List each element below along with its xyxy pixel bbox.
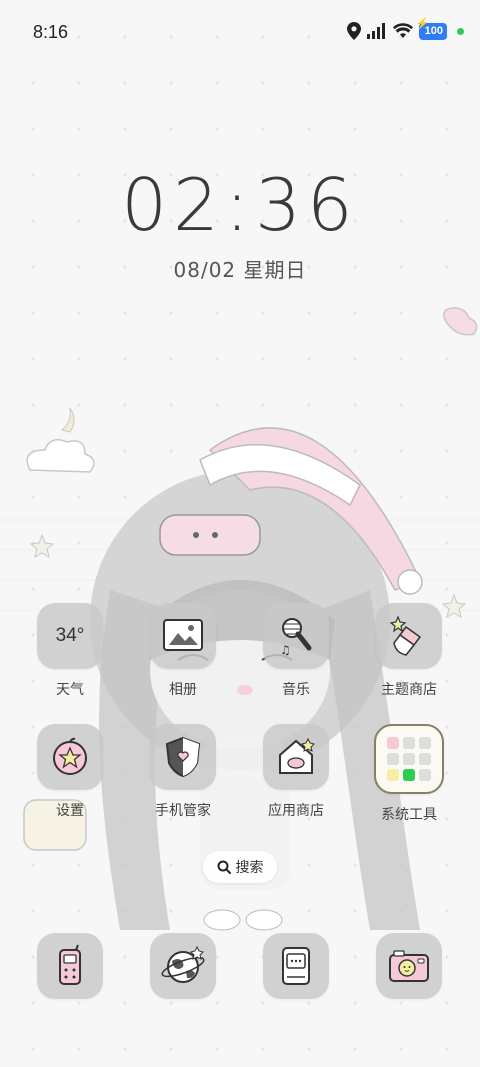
phone-manager-icon[interactable] [150, 724, 216, 790]
app-label: 天气 [56, 682, 84, 698]
dock-phone[interactable] [20, 933, 120, 999]
search-icon [217, 860, 231, 874]
settings-icon[interactable] [37, 724, 103, 790]
signal-icon [366, 23, 385, 39]
app-label: 手机管家 [155, 803, 211, 819]
location-icon [346, 22, 361, 40]
app-phone-manager[interactable]: 手机管家 [133, 724, 233, 820]
app-store-icon[interactable] [263, 724, 329, 790]
app-settings[interactable]: 设置 [20, 724, 120, 820]
green-dot-indicator [457, 27, 464, 35]
system-tools-folder[interactable] [374, 724, 444, 794]
status-icons: ⚡ 100 [346, 18, 464, 40]
phone-icon[interactable] [37, 933, 103, 999]
messages-icon[interactable] [263, 933, 329, 999]
status-bar: 8:16 ⚡ 100 [0, 0, 480, 64]
weather-temperature: 34° [55, 625, 85, 646]
app-music[interactable]: ♫ 音乐 [246, 603, 346, 699]
browser-icon[interactable] [150, 933, 216, 999]
app-system-tools[interactable]: 系统工具 [359, 724, 459, 824]
battery-icon: ⚡ 100 [416, 18, 447, 40]
status-time: 8:16 [33, 22, 69, 42]
app-weather[interactable]: 34° 天气 [20, 603, 120, 699]
weather-icon[interactable]: 34° [37, 603, 103, 669]
gallery-icon[interactable] [150, 603, 216, 669]
search-label: 搜索 [235, 860, 264, 876]
music-icon[interactable]: ♫ [263, 603, 329, 669]
camera-icon[interactable] [376, 933, 442, 999]
app-theme-store[interactable]: 主题商店 [359, 603, 459, 699]
dock-browser[interactable] [133, 933, 233, 999]
app-app-store[interactable]: 应用商店 [246, 724, 346, 820]
wifi-icon [392, 23, 413, 38]
app-label: 应用商店 [268, 803, 324, 819]
app-label: 设置 [56, 803, 84, 819]
dock-camera[interactable] [359, 933, 459, 999]
clock-date: 08/02 星期日 [173, 258, 307, 282]
clock-time: 02:36 [121, 163, 359, 247]
svg-text:♫: ♫ [280, 643, 291, 657]
app-label: 相册 [169, 682, 197, 698]
app-gallery[interactable]: 相册 [133, 603, 233, 699]
app-label: 音乐 [282, 682, 310, 698]
app-label: 主题商店 [381, 682, 437, 698]
clock-widget[interactable]: 02:36 08/02 星期日 [0, 160, 480, 283]
theme-store-icon[interactable] [376, 603, 442, 669]
dock-messages[interactable] [246, 933, 346, 999]
app-label: 系统工具 [381, 807, 437, 823]
search-button[interactable]: 搜索 [203, 851, 277, 883]
